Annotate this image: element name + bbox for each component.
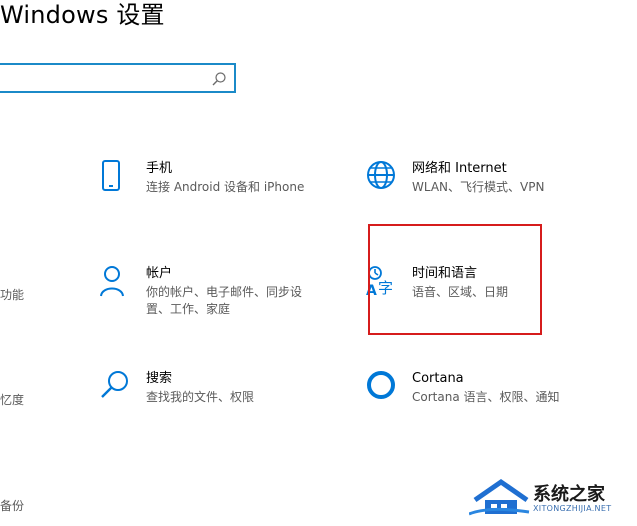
tile-accounts[interactable]: 帐户 你的帐户、电子邮件、同步设 置、工作、家庭 (100, 265, 330, 321)
watermark-logo: 系统之家 XITONGZHIJIA.NET (469, 478, 629, 518)
tile-network[interactable]: 网络和 Internet WLAN、飞行模式、VPN (366, 160, 596, 200)
phone-icon (102, 160, 120, 191)
settings-window: Windows 设置 功能 忆度 备份 手机 连接 Android 设备和 iP… (0, 0, 637, 526)
partial-tile-text-3: 备份 (0, 499, 25, 513)
search-icon[interactable] (211, 71, 227, 87)
watermark-text: 系统之家 (533, 484, 605, 505)
search-input[interactable] (0, 63, 236, 93)
watermark-subtext: XITONGZHIJIA.NET (533, 504, 612, 513)
globe-icon (367, 161, 395, 189)
person-icon (100, 266, 124, 297)
tile-name: 搜索 (146, 371, 173, 386)
tile-name: 帐户 (146, 266, 173, 281)
search-icon (101, 371, 128, 398)
page-title: Windows 设置 (0, 1, 165, 29)
partial-tile-text-1: 功能 (0, 288, 25, 302)
tile-name: Cortana (412, 371, 464, 386)
tile-name: 手机 (146, 161, 173, 176)
partial-tile-text-2: 忆度 (0, 393, 25, 407)
tile-cortana[interactable]: Cortana Cortana 语言、权限、通知 (366, 370, 596, 410)
tile-name: 网络和 Internet (412, 161, 507, 176)
tile-search[interactable]: 搜索 查找我的文件、权限 (100, 370, 330, 410)
tile-desc: WLAN、飞行模式、VPN (412, 180, 545, 194)
tile-desc: Cortana 语言、权限、通知 (412, 390, 560, 404)
tile-desc-line2: 置、工作、家庭 (146, 302, 231, 316)
tile-desc: 查找我的文件、权限 (146, 390, 255, 404)
house-logo-icon (469, 478, 530, 516)
tile-desc-line1: 你的帐户、电子邮件、同步设 (146, 285, 303, 299)
tile-phone[interactable]: 手机 连接 Android 设备和 iPhone (100, 160, 330, 200)
highlight-box (368, 224, 542, 335)
cortana-icon (367, 371, 395, 399)
tile-desc: 连接 Android 设备和 iPhone (146, 180, 305, 194)
